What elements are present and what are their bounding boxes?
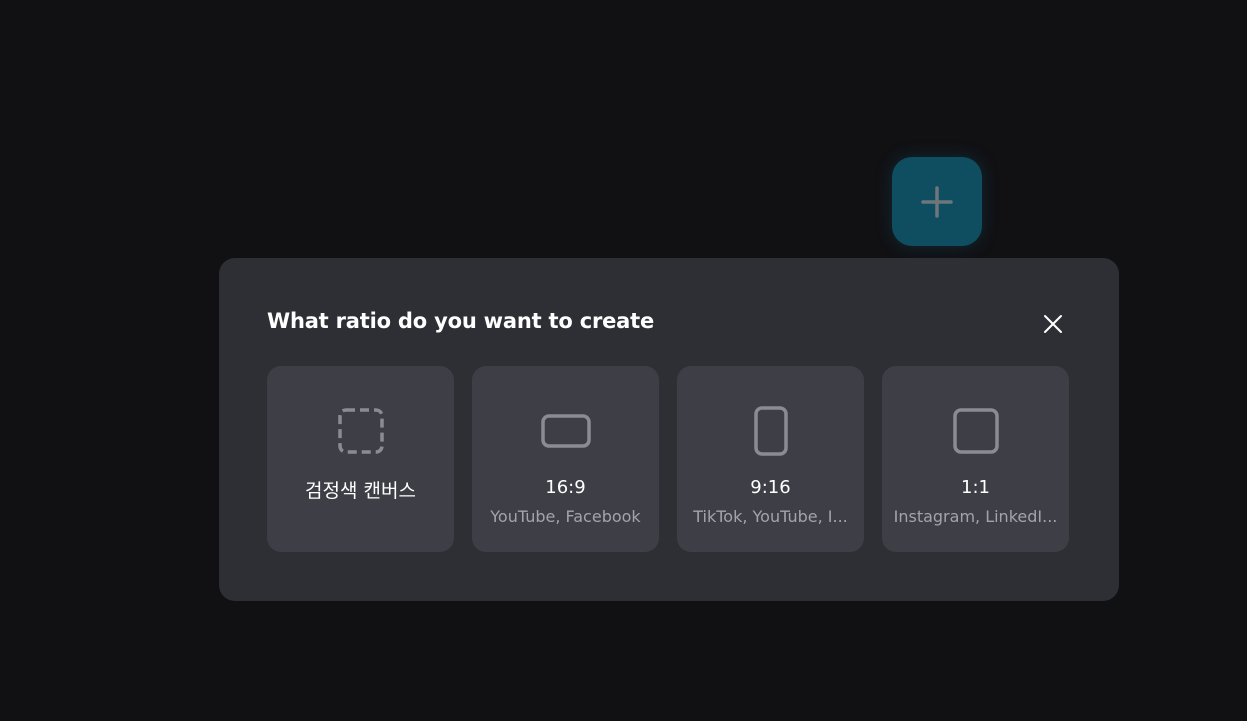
option-subtitle: TikTok, YouTube, I...	[693, 507, 848, 526]
ratio-options: 검정색 캔버스 16:9 YouTube, Facebook 9:16 TikT…	[267, 366, 1069, 552]
app-background: What ratio do you want to create 검정색 캔버스	[0, 0, 1247, 721]
landscape-rect-icon	[540, 414, 591, 448]
option-label: 9:16	[750, 477, 791, 498]
ratio-dialog: What ratio do you want to create 검정색 캔버스	[219, 258, 1119, 601]
dashed-square-icon	[337, 408, 384, 454]
option-label: 검정색 캔버스	[305, 480, 416, 502]
dialog-title: What ratio do you want to create	[267, 309, 655, 333]
option-subtitle: Instagram, LinkedI...	[893, 507, 1058, 526]
option-label: 16:9	[545, 477, 586, 498]
plus-icon	[921, 185, 953, 218]
option-1-1[interactable]: 1:1 Instagram, LinkedI...	[882, 366, 1069, 552]
option-9-16[interactable]: 9:16 TikTok, YouTube, I...	[677, 366, 864, 552]
option-black-canvas[interactable]: 검정색 캔버스	[267, 366, 454, 552]
close-button[interactable]	[1039, 310, 1067, 338]
option-subtitle: YouTube, Facebook	[490, 507, 641, 526]
option-label: 1:1	[961, 477, 990, 498]
portrait-rect-icon	[753, 406, 788, 456]
close-icon	[1044, 315, 1062, 333]
add-button[interactable]	[892, 157, 982, 246]
option-16-9[interactable]: 16:9 YouTube, Facebook	[472, 366, 659, 552]
square-icon	[952, 408, 999, 454]
